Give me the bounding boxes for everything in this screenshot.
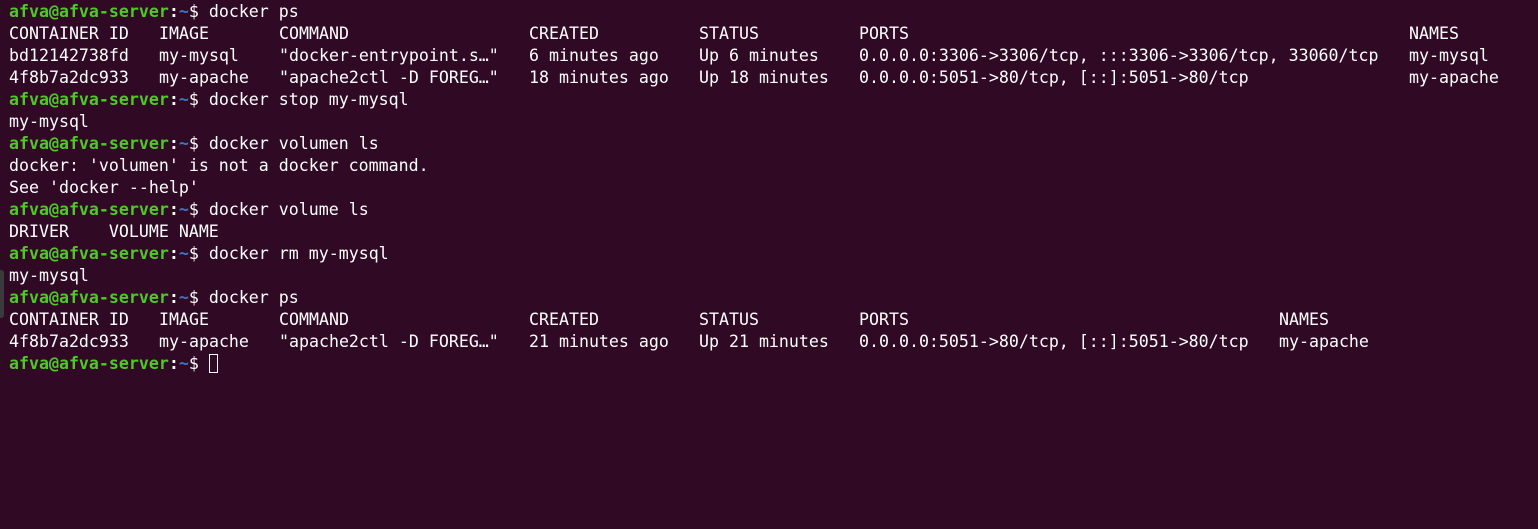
header-image: IMAGE bbox=[159, 310, 209, 329]
header-container-id: CONTAINER ID bbox=[9, 24, 129, 43]
header-container-id: CONTAINER ID bbox=[9, 310, 129, 329]
help-hint-line: See 'docker --help' bbox=[9, 178, 199, 197]
command-text: docker ps bbox=[208, 288, 299, 307]
header-created: CREATED bbox=[529, 310, 599, 329]
prompt-separator: : bbox=[168, 244, 179, 263]
cell-status: Up 21 minutes bbox=[699, 332, 829, 351]
prompt-separator: : bbox=[168, 288, 179, 307]
prompt-sign: $ bbox=[188, 200, 209, 219]
cell-created: 21 minutes ago bbox=[529, 332, 669, 351]
cell-container-id: 4f8b7a2dc933 bbox=[9, 68, 129, 87]
prompt-sign: $ bbox=[188, 90, 209, 109]
cell-created: 18 minutes ago bbox=[529, 68, 669, 87]
command-text: docker volume ls bbox=[208, 200, 369, 219]
error-line: docker: 'volumen' is not a docker comman… bbox=[9, 156, 429, 175]
cell-image: my-apache bbox=[159, 68, 249, 87]
cell-ports: 0.0.0.0:5051->80/tcp, [::]:5051->80/tcp bbox=[859, 68, 1249, 87]
prompt-line: afva@afva-server:~$ docker stop my-mysql bbox=[9, 89, 1538, 111]
table-row: 4f8b7a2dc933 my-apache "apache2ctl -D FO… bbox=[9, 331, 1538, 353]
prompt-sign: $ bbox=[188, 288, 209, 307]
header-image: IMAGE bbox=[159, 24, 209, 43]
output-line: my-mysql bbox=[9, 266, 89, 285]
prompt-user: afva@afva-server bbox=[9, 200, 169, 219]
cell-command: "apache2ctl -D FOREG…" bbox=[279, 68, 499, 87]
prompt-user: afva@afva-server bbox=[9, 244, 169, 263]
header-names: NAMES bbox=[1409, 24, 1459, 43]
prompt-path: ~ bbox=[178, 244, 189, 263]
header-ports: PORTS bbox=[859, 310, 909, 329]
prompt-user: afva@afva-server bbox=[9, 354, 169, 373]
cell-image: my-mysql bbox=[159, 46, 239, 65]
cell-image: my-apache bbox=[159, 332, 249, 351]
terminal-cursor[interactable] bbox=[208, 354, 218, 373]
cell-names: my-mysql bbox=[1409, 46, 1489, 65]
table-row: bd12142738fd my-mysql "docker-entrypoint… bbox=[9, 45, 1538, 67]
command-text: docker rm my-mysql bbox=[208, 244, 389, 263]
command-text: docker stop my-mysql bbox=[208, 90, 409, 109]
cell-created: 6 minutes ago bbox=[529, 46, 659, 65]
prompt-path: ~ bbox=[178, 200, 189, 219]
prompt-user: afva@afva-server bbox=[9, 134, 169, 153]
header-ports: PORTS bbox=[859, 24, 909, 43]
prompt-path: ~ bbox=[178, 354, 189, 373]
header-status: STATUS bbox=[699, 24, 759, 43]
prompt-path: ~ bbox=[178, 2, 189, 21]
prompt-sign: $ bbox=[188, 134, 209, 153]
command-text: docker ps bbox=[208, 2, 299, 21]
cell-names: my-apache bbox=[1409, 68, 1499, 87]
cell-ports: 0.0.0.0:5051->80/tcp, [::]:5051->80/tcp bbox=[859, 332, 1249, 351]
prompt-line: afva@afva-server:~$ docker ps bbox=[9, 287, 1538, 309]
table-row: 4f8b7a2dc933 my-apache "apache2ctl -D FO… bbox=[9, 67, 1538, 89]
cell-status: Up 18 minutes bbox=[699, 68, 829, 87]
prompt-sign: $ bbox=[188, 354, 209, 373]
terminal-window[interactable]: afva@afva-server:~$ docker ps CONTAINER … bbox=[0, 0, 1538, 438]
header-created: CREATED bbox=[529, 24, 599, 43]
prompt-separator: : bbox=[168, 90, 179, 109]
prompt-sign: $ bbox=[188, 244, 209, 263]
cell-container-id: bd12142738fd bbox=[9, 46, 129, 65]
window-edge-handle bbox=[0, 270, 4, 318]
prompt-line: afva@afva-server:~$ docker volumen ls bbox=[9, 133, 1538, 155]
cell-status: Up 6 minutes bbox=[699, 46, 819, 65]
active-prompt-line[interactable]: afva@afva-server:~$ bbox=[9, 353, 1538, 375]
output-line: my-mysql bbox=[9, 112, 89, 131]
cell-command: "apache2ctl -D FOREG…" bbox=[279, 332, 499, 351]
header-command: COMMAND bbox=[279, 24, 349, 43]
prompt-user: afva@afva-server bbox=[9, 2, 169, 21]
prompt-line: afva@afva-server:~$ docker rm my-mysql bbox=[9, 243, 1538, 265]
command-text: docker volumen ls bbox=[208, 134, 379, 153]
cell-command: "docker-entrypoint.s…" bbox=[279, 46, 499, 65]
header-names: NAMES bbox=[1279, 310, 1329, 329]
prompt-sign: $ bbox=[188, 2, 209, 21]
ps-header-row: CONTAINER ID IMAGE COMMAND CREATED STATU… bbox=[9, 23, 1538, 45]
prompt-path: ~ bbox=[178, 90, 189, 109]
ps-header-row: CONTAINER ID IMAGE COMMAND CREATED STATU… bbox=[9, 309, 1538, 331]
header-command: COMMAND bbox=[279, 310, 349, 329]
prompt-path: ~ bbox=[178, 288, 189, 307]
prompt-line: afva@afva-server:~$ docker volume ls bbox=[9, 199, 1538, 221]
prompt-separator: : bbox=[168, 2, 179, 21]
header-status: STATUS bbox=[699, 310, 759, 329]
prompt-separator: : bbox=[168, 354, 179, 373]
prompt-separator: : bbox=[168, 134, 179, 153]
prompt-user: afva@afva-server bbox=[9, 90, 169, 109]
cell-ports: 0.0.0.0:3306->3306/tcp, :::3306->3306/tc… bbox=[859, 46, 1379, 65]
prompt-user: afva@afva-server bbox=[9, 288, 169, 307]
volume-header-line: DRIVER VOLUME NAME bbox=[9, 222, 219, 241]
cell-container-id: 4f8b7a2dc933 bbox=[9, 332, 129, 351]
cell-names: my-apache bbox=[1279, 332, 1369, 351]
prompt-path: ~ bbox=[178, 134, 189, 153]
prompt-separator: : bbox=[168, 200, 179, 219]
prompt-line: afva@afva-server:~$ docker ps bbox=[9, 1, 1538, 23]
